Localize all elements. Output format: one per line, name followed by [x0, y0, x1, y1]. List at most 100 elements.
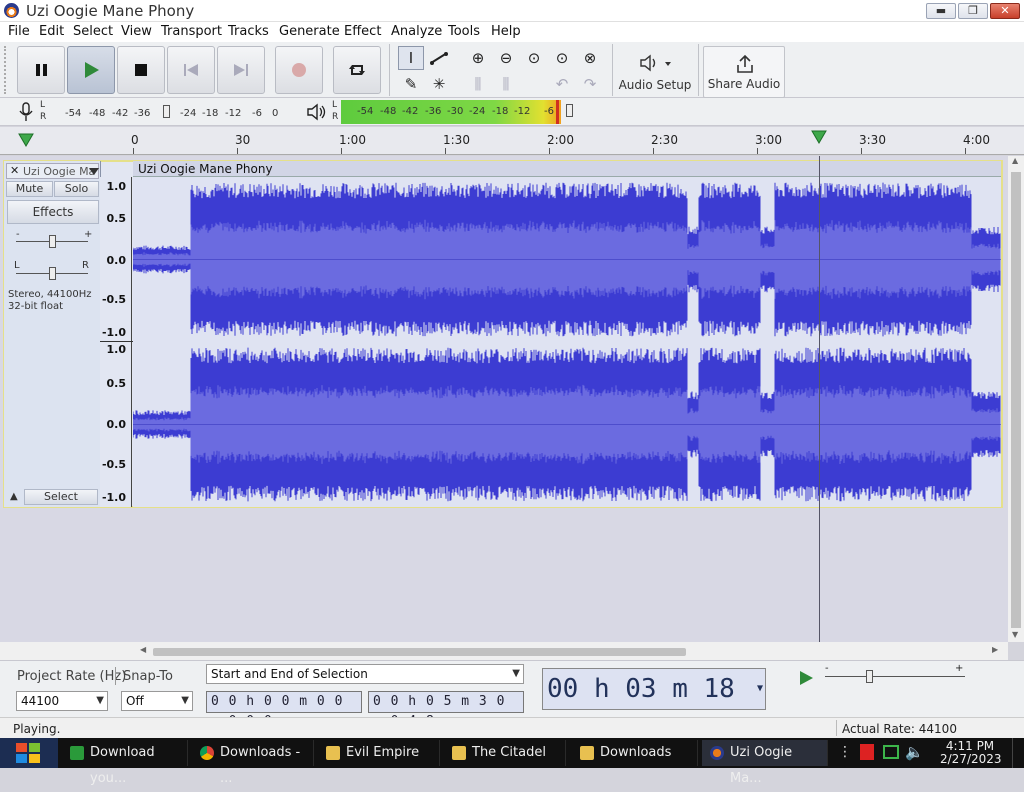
clock-time[interactable]: 4:11 PM	[940, 739, 1000, 753]
fit-project-button[interactable]: ⊙	[549, 46, 575, 70]
selection-end-time[interactable]: 0 0 h 0 5 m 3 0 . 0 4 8 s	[368, 691, 524, 729]
play-meter-tick: -24	[469, 106, 486, 117]
horizontal-scrollbar[interactable]: ◀ ▶	[0, 642, 1008, 660]
taskbar-item-label: Downloads - ...	[220, 745, 301, 786]
playback-volume-knob[interactable]	[566, 104, 573, 117]
waveform-area[interactable]	[132, 177, 1001, 507]
horizontal-scroll-thumb[interactable]	[153, 648, 686, 656]
taskbar-item-the-citadel[interactable]: The Citadel	[444, 740, 566, 766]
vertical-scrollbar[interactable]: ▲ ▼	[1008, 156, 1024, 642]
zoom-toggle-button[interactable]: ⊗	[577, 46, 603, 70]
start-button[interactable]	[0, 738, 58, 768]
skip-to-start-button[interactable]	[167, 46, 215, 94]
clock-date[interactable]: 2/27/2023	[940, 752, 1002, 766]
speaker-icon[interactable]	[306, 103, 328, 121]
record-meter-tick: -48	[89, 108, 106, 119]
amplitude-scale-left-channel[interactable]: 1.0 0.5 0.0 -0.5 -1.0	[100, 177, 132, 342]
more-options-icon[interactable]: ⋮	[838, 744, 852, 760]
timeline-ruler[interactable]: 0 30 1:00 1:30 2:00 2:30 3:00 3:30 4:00	[0, 127, 1024, 155]
selection-mode-dropdown[interactable]: Start and End of Selection ▼	[206, 664, 524, 684]
menu-edit[interactable]: Edit	[39, 24, 64, 39]
record-button[interactable]	[275, 46, 323, 94]
vertical-scroll-thumb[interactable]	[1011, 172, 1021, 628]
effects-button[interactable]: Effects	[7, 200, 99, 224]
silence-audio-button[interactable]: ⫼	[493, 72, 519, 96]
skip-to-end-button[interactable]	[217, 46, 265, 94]
project-rate-dropdown[interactable]: 44100 ▼	[16, 691, 108, 711]
fit-selection-button[interactable]: ⊙	[521, 46, 547, 70]
trim-audio-button[interactable]: ⫼	[465, 72, 491, 96]
playback-speed-slider[interactable]	[825, 676, 965, 677]
track-close-button[interactable]: ✕	[10, 164, 19, 177]
playback-speed-knob[interactable]	[866, 670, 873, 683]
menu-view[interactable]: View	[121, 24, 152, 39]
toolbar-divider	[389, 44, 390, 96]
minimize-button[interactable]: ▬	[926, 3, 956, 19]
playback-level-meter[interactable]: -54 -48 -42 -36 -30 -24 -18 -12 -6	[341, 100, 561, 124]
stop-button[interactable]	[117, 46, 165, 94]
maximize-button[interactable]: ❐	[958, 3, 988, 19]
zoom-in-icon: ⊕	[471, 49, 485, 67]
solo-button[interactable]: Solo	[54, 181, 99, 197]
track-name[interactable]: Uzi Oogie Ma	[23, 165, 95, 178]
scroll-left-arrow-icon[interactable]: ◀	[140, 645, 146, 654]
menu-select[interactable]: Select	[73, 24, 113, 39]
gain-slider-knob[interactable]	[49, 235, 56, 248]
track-menu-dropdown-icon[interactable]	[89, 168, 99, 176]
draw-tool[interactable]: ✎	[398, 72, 424, 96]
scroll-up-arrow-icon[interactable]: ▲	[1012, 156, 1018, 165]
track-area: ✕ Uzi Oogie Ma Mute Solo Effects - + L R…	[0, 156, 1008, 642]
show-desktop-button[interactable]	[1012, 738, 1024, 768]
redo-button[interactable]: ↷	[577, 72, 603, 96]
menu-help[interactable]: Help	[491, 24, 521, 39]
menu-file[interactable]: File	[8, 24, 30, 39]
snap-to-dropdown[interactable]: Off ▼	[121, 691, 193, 711]
menu-tools[interactable]: Tools	[448, 24, 480, 39]
taskbar-item-audacity[interactable]: Uzi Oogie Ma...	[702, 740, 828, 786]
menu-transport[interactable]: Transport	[161, 24, 222, 39]
clip-title-bar[interactable]: Uzi Oogie Mane Phony	[133, 161, 1001, 177]
envelope-tool[interactable]	[426, 46, 452, 70]
zoom-out-button[interactable]: ⊖	[493, 46, 519, 70]
taskbar-item-notepad[interactable]: Download you...	[62, 740, 188, 786]
selection-tool[interactable]: I	[398, 46, 424, 70]
pause-button[interactable]	[17, 46, 65, 94]
selection-start-time[interactable]: 0 0 h 0 0 m 0 0 . 0 0 0 s	[206, 691, 362, 729]
mute-button[interactable]: Mute	[6, 181, 53, 197]
close-button[interactable]: ✕	[990, 3, 1020, 19]
time-format-dropdown-icon[interactable]: ▼	[757, 669, 763, 709]
loop-button[interactable]	[333, 46, 381, 94]
audio-position-display[interactable]: 00 h 03 m 18 s ▼	[542, 668, 766, 744]
volume-icon[interactable]: 🔈	[905, 743, 924, 761]
audio-setup-button[interactable]: Audio Setup	[616, 46, 694, 98]
menu-generate[interactable]: Generate	[279, 24, 340, 39]
record-volume-knob[interactable]	[163, 105, 170, 118]
multi-tool[interactable]: ✳	[426, 72, 452, 96]
microphone-icon[interactable]	[18, 102, 34, 122]
amplitude-scale-right-channel[interactable]: 1.0 0.5 0.0 -0.5 -1.0	[100, 342, 132, 507]
play-at-speed-icon[interactable]	[797, 669, 815, 687]
track-name-bar[interactable]: ✕ Uzi Oogie Ma	[6, 163, 99, 179]
menu-tracks[interactable]: Tracks	[228, 24, 269, 39]
select-track-button[interactable]: Select	[24, 489, 98, 505]
undo-button[interactable]: ↶	[549, 72, 575, 96]
record-meter-tick: -24	[180, 108, 197, 119]
timeline-options-icon[interactable]	[18, 133, 34, 147]
record-meter[interactable]: -54 -48 -42 -36 -24 -18 -12 -6 0	[50, 101, 282, 123]
pan-slider-knob[interactable]	[49, 267, 56, 280]
menu-analyze[interactable]: Analyze	[391, 24, 442, 39]
toolbar-grip[interactable]	[4, 46, 10, 94]
collapse-track-button[interactable]: ▲	[10, 491, 18, 502]
taskbar-item-evil-empire[interactable]: Evil Empire	[318, 740, 440, 766]
taskbar-item-downloads[interactable]: Downloads	[572, 740, 698, 766]
network-icon[interactable]	[883, 745, 899, 759]
scroll-right-arrow-icon[interactable]: ▶	[992, 645, 998, 654]
play-button[interactable]	[67, 46, 115, 94]
stop-icon	[135, 64, 147, 76]
share-audio-button[interactable]: Share Audio	[703, 46, 785, 98]
zoom-in-button[interactable]: ⊕	[465, 46, 491, 70]
menu-effect[interactable]: Effect	[344, 24, 381, 39]
action-center-flag-icon[interactable]	[860, 744, 874, 760]
scroll-down-arrow-icon[interactable]: ▼	[1012, 630, 1018, 639]
taskbar-item-chrome[interactable]: Downloads - ...	[192, 740, 314, 786]
